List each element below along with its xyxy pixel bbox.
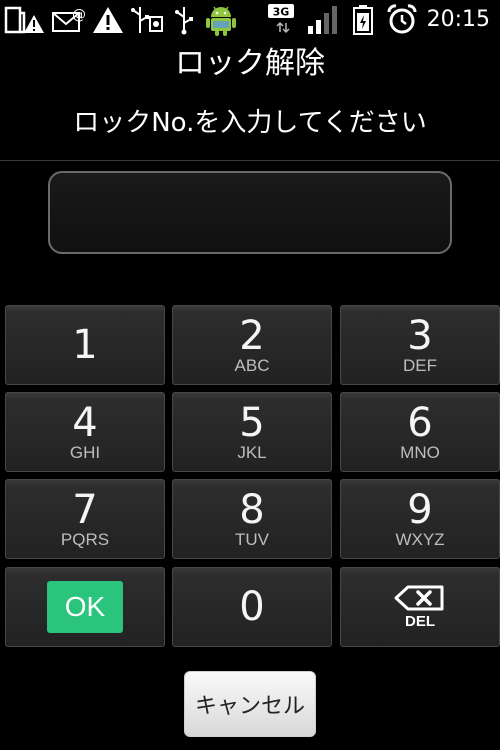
key-letters: ABC <box>234 355 270 375</box>
key-letters: WXYZ <box>395 529 445 549</box>
battery-icon <box>352 4 374 36</box>
key-digit: 3 <box>407 312 433 359</box>
key-0[interactable]: 0 <box>172 567 332 647</box>
page-title: ロック解除 <box>175 46 325 81</box>
key-7[interactable]: 7 PQRS <box>5 479 165 559</box>
key-letters: GHI <box>69 442 101 462</box>
backspace-icon <box>394 585 444 610</box>
key-digit: 8 <box>239 486 265 533</box>
key-digit: 5 <box>239 399 265 446</box>
key-digit: 2 <box>239 312 265 359</box>
android-icon <box>204 4 238 36</box>
key-letters: DEF <box>403 355 437 375</box>
sd-card-warning-icon <box>4 4 46 36</box>
key-digit: 0 <box>239 584 265 630</box>
status-time: 20:15 <box>426 7 490 32</box>
delete-button[interactable]: DEL <box>340 567 500 647</box>
key-ok-cell: OK <box>5 567 165 647</box>
alarm-icon <box>386 4 418 36</box>
network-type-label: 3G <box>273 6 290 19</box>
usb-icon <box>172 4 196 36</box>
key-2[interactable]: 2 ABC <box>172 305 332 385</box>
key-9[interactable]: 9 WXYZ <box>340 479 500 559</box>
ok-button[interactable]: OK <box>47 581 123 633</box>
pin-input[interactable] <box>48 171 452 254</box>
key-4[interactable]: 4 GHI <box>5 392 165 472</box>
key-digit: 6 <box>407 399 433 446</box>
key-digit: 7 <box>72 486 98 533</box>
key-digit: 4 <box>72 399 98 446</box>
mail-notification-icon: @ <box>52 4 88 36</box>
divider <box>0 160 500 161</box>
key-digit: 9 <box>407 486 433 533</box>
pin-prompt: ロックNo.を入力してください <box>73 108 427 138</box>
key-digit: 1 <box>72 322 98 368</box>
warning-icon <box>92 4 124 36</box>
key-letters: JKL <box>237 442 267 462</box>
key-5[interactable]: 5 JKL <box>172 392 332 472</box>
delete-label: DEL <box>405 612 435 630</box>
key-6[interactable]: 6 MNO <box>340 392 500 472</box>
key-3[interactable]: 3 DEF <box>340 305 500 385</box>
signal-icon: 3G <box>268 4 338 36</box>
key-8[interactable]: 8 TUV <box>172 479 332 559</box>
svg-text:@: @ <box>72 7 86 23</box>
key-1[interactable]: 1 <box>5 305 165 385</box>
key-letters: PQRS <box>60 529 110 549</box>
key-letters: TUV <box>235 529 269 549</box>
key-letters: MNO <box>400 442 440 462</box>
status-bar: @ 3G 20:15 <box>0 0 500 40</box>
usb-debug-icon <box>130 4 166 36</box>
cancel-button[interactable]: キャンセル <box>184 671 316 737</box>
